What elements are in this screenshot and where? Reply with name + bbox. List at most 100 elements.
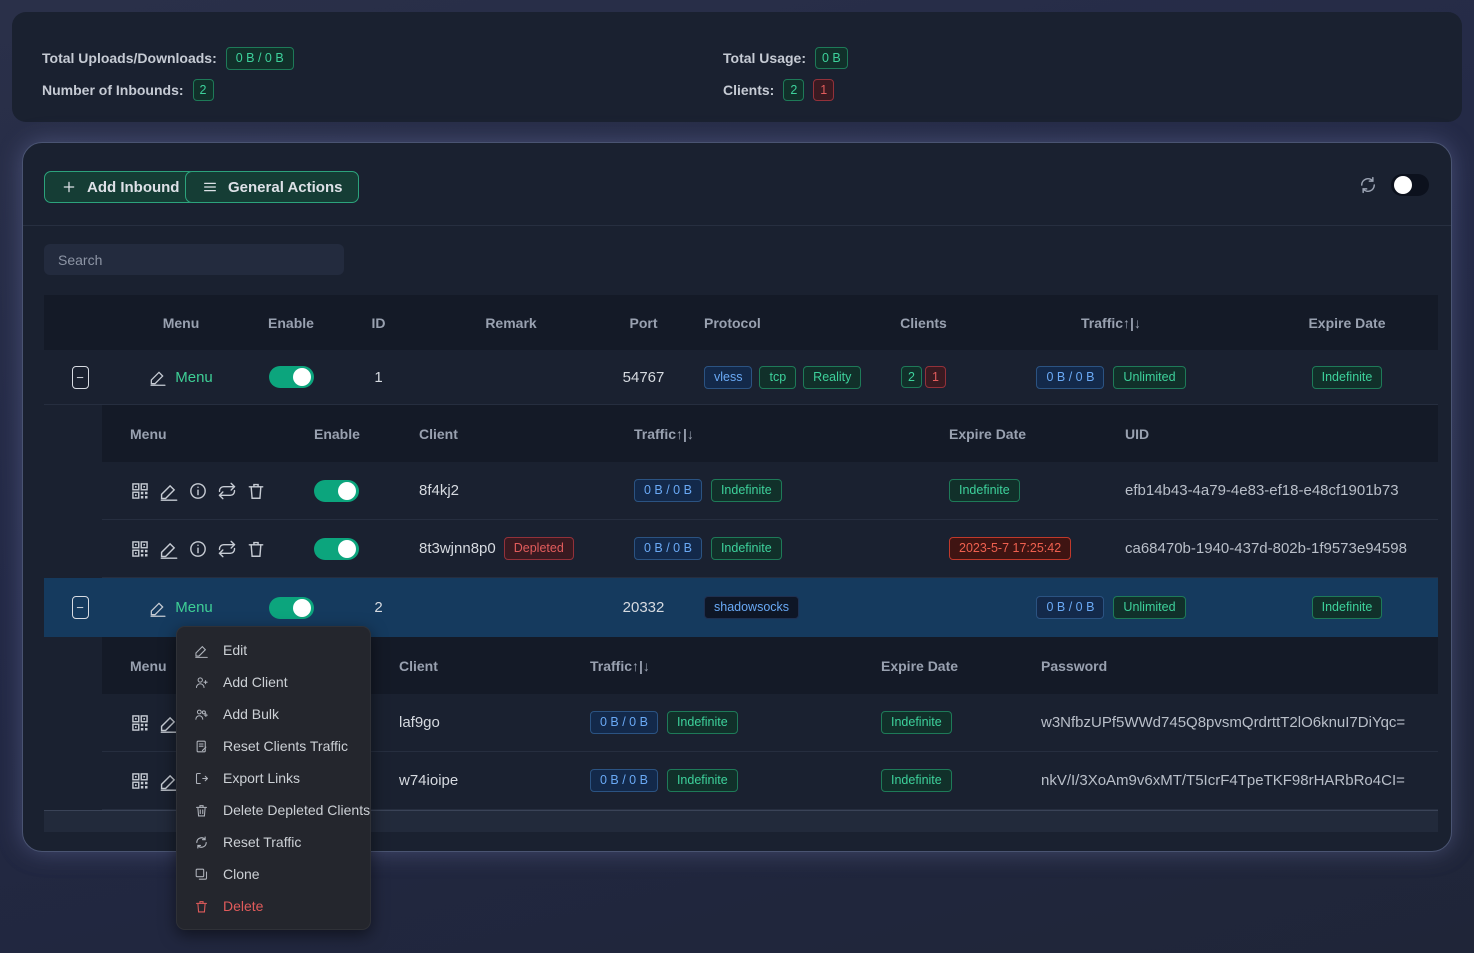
pen-icon bbox=[149, 368, 167, 386]
traffic-badge: 0 B / 0 B bbox=[1036, 366, 1104, 389]
enable-toggle[interactable] bbox=[314, 538, 359, 560]
total-uploads-downloads-label: Total Uploads/Downloads: bbox=[42, 50, 217, 66]
menu-item-delete[interactable]: Delete bbox=[177, 890, 370, 922]
client-row: 8f4kj2 0 B / 0 B Indefinite Indefinite e… bbox=[102, 462, 1438, 520]
total-uploads-downloads-value: 0 B / 0 B bbox=[226, 47, 294, 70]
traffic-badge: 0 B / 0 B bbox=[590, 769, 658, 792]
inbound-remark bbox=[421, 350, 601, 404]
inbound-context-menu: Edit Add Client Add Bulk Reset Clients T… bbox=[176, 626, 371, 930]
enable-toggle[interactable] bbox=[314, 480, 359, 502]
header-clients: Clients bbox=[881, 295, 966, 350]
export-icon bbox=[194, 771, 209, 786]
header-port: Port bbox=[601, 295, 686, 350]
header-protocol: Protocol bbox=[686, 295, 881, 350]
trash-icon bbox=[194, 899, 209, 914]
menu-item-reset-traffic[interactable]: Reset Traffic bbox=[177, 826, 370, 858]
total-uploads-downloads: Total Uploads/Downloads: 0 B / 0 B bbox=[42, 46, 294, 70]
traffic-limit-badge: Unlimited bbox=[1113, 596, 1185, 619]
edit-icon[interactable] bbox=[159, 481, 179, 501]
info-icon[interactable] bbox=[188, 481, 208, 501]
traffic-badge: 0 B / 0 B bbox=[634, 479, 702, 502]
client-name: 8f4kj2 bbox=[406, 462, 601, 519]
subheader-password: Password bbox=[1031, 637, 1438, 694]
inbound-port: 20332 bbox=[601, 578, 686, 637]
traffic-badge: 0 B / 0 B bbox=[634, 537, 702, 560]
toolbar-divider bbox=[23, 225, 1451, 226]
menu-item-add-client[interactable]: Add Client bbox=[177, 666, 370, 698]
header-traffic[interactable]: Traffic↑|↓ bbox=[966, 295, 1256, 350]
inbound-id: 1 bbox=[336, 350, 421, 404]
qrcode-icon[interactable] bbox=[130, 539, 150, 559]
enable-toggle[interactable] bbox=[269, 597, 314, 619]
info-icon[interactable] bbox=[188, 539, 208, 559]
total-usage-label: Total Usage: bbox=[723, 50, 806, 66]
search-input[interactable] bbox=[44, 244, 344, 275]
collapse-row-button[interactable]: − bbox=[72, 596, 89, 619]
protocol-badge: vless bbox=[704, 366, 752, 389]
traffic-limit-badge: Indefinite bbox=[711, 537, 782, 560]
subheader-traffic[interactable]: Traffic↑|↓ bbox=[576, 637, 861, 694]
subtable-header-row: Menu Enable Client Traffic↑|↓ Expire Dat… bbox=[102, 405, 1438, 462]
menu-item-export-links[interactable]: Export Links bbox=[177, 762, 370, 794]
traffic-badge: 0 B / 0 B bbox=[1036, 596, 1104, 619]
reset-traffic-icon[interactable] bbox=[217, 539, 237, 559]
menu-item-delete-depleted-clients[interactable]: Delete Depleted Clients bbox=[177, 794, 370, 826]
inbound-remark bbox=[421, 578, 601, 637]
expire-badge: Indefinite bbox=[1312, 366, 1383, 389]
total-usage: Total Usage: 0 B bbox=[723, 46, 848, 70]
add-inbound-button[interactable]: Add Inbound bbox=[44, 171, 196, 203]
stats-panel: Total Uploads/Downloads: 0 B / 0 B Numbe… bbox=[12, 12, 1462, 122]
number-of-inbounds: Number of Inbounds: 2 bbox=[42, 78, 214, 102]
security-badge: Reality bbox=[803, 366, 861, 389]
expire-badge: Indefinite bbox=[949, 479, 1020, 502]
number-of-inbounds-value: 2 bbox=[193, 79, 214, 101]
trash-depleted-icon bbox=[194, 803, 209, 818]
subheader-uid: UID bbox=[1111, 405, 1438, 462]
menu-item-edit[interactable]: Edit bbox=[177, 634, 370, 666]
traffic-limit-badge: Indefinite bbox=[711, 479, 782, 502]
protocol-badge: shadowsocks bbox=[704, 596, 799, 619]
clients-depleted-badge: 1 bbox=[925, 366, 946, 388]
collapse-row-button[interactable]: − bbox=[72, 366, 89, 389]
client-password: nkV/I/3XoAm9v6xMT/T5IcrF4TpeTKF98rHARbRo… bbox=[1031, 752, 1438, 809]
depleted-badge: Depleted bbox=[504, 537, 574, 560]
expire-badge: Indefinite bbox=[1312, 596, 1383, 619]
qrcode-icon[interactable] bbox=[130, 481, 150, 501]
pen-icon bbox=[149, 599, 167, 617]
number-of-inbounds-label: Number of Inbounds: bbox=[42, 82, 184, 98]
general-actions-button[interactable]: General Actions bbox=[185, 171, 359, 203]
inbound-row-1: − Menu 1 54767 vless tcp Reality 2 1 0 B… bbox=[44, 350, 1438, 405]
table-header-row: Menu Enable ID Remark Port Protocol Clie… bbox=[44, 295, 1438, 350]
menu-item-reset-clients-traffic[interactable]: Reset Clients Traffic bbox=[177, 730, 370, 762]
auto-refresh-toggle[interactable] bbox=[1391, 174, 1429, 196]
subheader-traffic[interactable]: Traffic↑|↓ bbox=[601, 405, 931, 462]
clients-active-count: 2 bbox=[783, 79, 804, 101]
qrcode-icon[interactable] bbox=[130, 713, 150, 733]
row-menu-button[interactable]: Menu bbox=[149, 599, 213, 617]
clone-icon bbox=[194, 867, 209, 882]
reset-traffic-icon[interactable] bbox=[217, 481, 237, 501]
qrcode-icon[interactable] bbox=[130, 771, 150, 791]
total-usage-value: 0 B bbox=[815, 47, 848, 69]
subheader-expire-date: Expire Date bbox=[931, 405, 1111, 462]
refresh-icon[interactable] bbox=[1358, 175, 1378, 195]
traffic-limit-badge: Indefinite bbox=[667, 711, 738, 734]
client-name: laf9go bbox=[376, 694, 576, 751]
edit-icon[interactable] bbox=[159, 539, 179, 559]
delete-icon[interactable] bbox=[246, 481, 266, 501]
header-enable: Enable bbox=[246, 295, 336, 350]
client-name: 8t3wjnn8p0 bbox=[419, 540, 496, 557]
enable-toggle[interactable] bbox=[269, 366, 314, 388]
menu-item-clone[interactable]: Clone bbox=[177, 858, 370, 890]
transport-badge: tcp bbox=[759, 366, 796, 389]
expire-badge: Indefinite bbox=[881, 711, 952, 734]
delete-icon[interactable] bbox=[246, 539, 266, 559]
client-name: w74ioipe bbox=[376, 752, 576, 809]
reset-icon bbox=[194, 835, 209, 850]
header-remark: Remark bbox=[421, 295, 601, 350]
traffic-limit-badge: Unlimited bbox=[1113, 366, 1185, 389]
row-menu-button[interactable]: Menu bbox=[149, 368, 213, 386]
clients-depleted-count: 1 bbox=[813, 79, 834, 101]
subheader-expire-date: Expire Date bbox=[861, 637, 1031, 694]
menu-item-add-bulk[interactable]: Add Bulk bbox=[177, 698, 370, 730]
